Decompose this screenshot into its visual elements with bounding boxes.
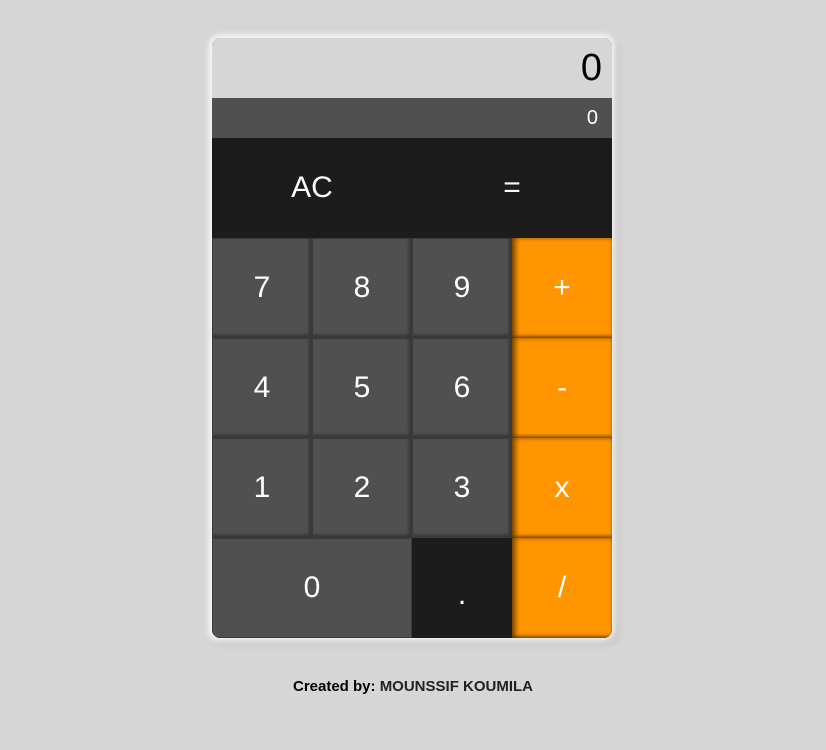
plus-button[interactable]: + xyxy=(512,238,612,338)
secondary-display: 0 xyxy=(212,98,612,138)
footer-credit: Created by: MOUNSSIF KOUMILA xyxy=(0,678,826,695)
digit-7-button[interactable]: 7 xyxy=(212,238,312,338)
digit-0-button[interactable]: 0 xyxy=(212,538,412,638)
digit-1-button[interactable]: 1 xyxy=(212,438,312,538)
digit-4-button[interactable]: 4 xyxy=(212,338,312,438)
equals-button[interactable]: = xyxy=(412,138,612,238)
credit-author: MOUNSSIF KOUMILA xyxy=(379,678,534,695)
multiply-button[interactable]: x xyxy=(512,438,612,538)
digit-8-button[interactable]: 8 xyxy=(312,238,412,338)
calculator: 0 0 AC = 7 8 9 + 4 5 6 - 1 2 3 x 0 . / xyxy=(212,38,612,638)
main-display: 0 xyxy=(212,38,612,98)
clear-button[interactable]: AC xyxy=(212,138,412,238)
divide-button[interactable]: / xyxy=(512,538,612,638)
digit-6-button[interactable]: 6 xyxy=(412,338,512,438)
digit-3-button[interactable]: 3 xyxy=(412,438,512,538)
decimal-button[interactable]: . xyxy=(412,538,512,638)
digit-5-button[interactable]: 5 xyxy=(312,338,412,438)
digit-9-button[interactable]: 9 xyxy=(412,238,512,338)
credit-prefix: Created by: xyxy=(292,678,380,695)
digit-2-button[interactable]: 2 xyxy=(312,438,412,538)
minus-button[interactable]: - xyxy=(512,338,612,438)
